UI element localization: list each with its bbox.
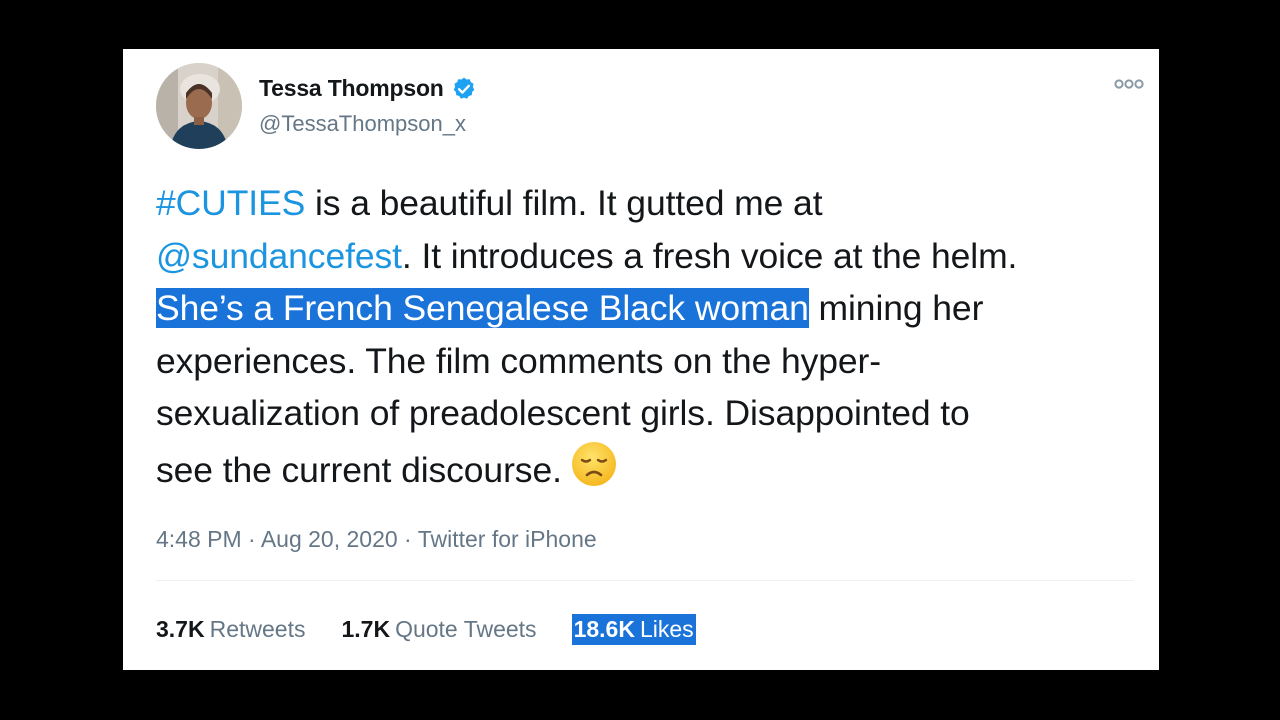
verified-badge-icon: [451, 76, 477, 102]
tweet-text-segment: see the current discourse.: [156, 449, 562, 490]
selected-text: She’s a French Senegalese Black woman: [156, 288, 809, 328]
quote-tweets-stat[interactable]: 1.7K Quote Tweets: [341, 616, 536, 643]
meta-separator: ·: [397, 526, 418, 552]
author-name-row: Tessa Thompson: [259, 75, 477, 102]
likes-label: Likes: [639, 616, 694, 642]
hashtag-link[interactable]: #CUTIES: [156, 183, 305, 223]
tweet-text-segment: sexualization of preadolescent girls. Di…: [156, 393, 970, 433]
avatar-image: [156, 63, 242, 149]
quote-tweets-label: Quote Tweets: [395, 616, 537, 642]
retweets-stat[interactable]: 3.7K Retweets: [156, 616, 305, 643]
retweets-label: Retweets: [209, 616, 306, 642]
tweet-text-segment: experiences. The film comments on the hy…: [156, 340, 881, 381]
more-options-icon[interactable]: [1113, 77, 1145, 91]
tweet-text-segment: mining her: [808, 288, 984, 328]
tweet-card: Tessa Thompson @TessaThompson_x #CUTIES …: [123, 49, 1159, 670]
retweets-count: 3.7K: [156, 616, 205, 642]
meta-separator: ·: [241, 526, 261, 552]
disappointed-face-emoji-icon: [570, 440, 618, 488]
likes-count: 18.6K: [573, 616, 635, 642]
quote-tweets-count: 1.7K: [341, 616, 391, 642]
tweet-stats: 3.7K Retweets 1.7K Quote Tweets 18.6K Li…: [156, 614, 696, 645]
author-avatar[interactable]: [156, 63, 242, 149]
tweet-text: #CUTIES is a beautiful film. It gutted m…: [156, 177, 1146, 496]
tweet-text-segment: . It introduces a fresh voice at the hel…: [401, 235, 1018, 276]
author-display-name[interactable]: Tessa Thompson: [259, 75, 444, 102]
tweet-text-segment: is a beautiful film. It gutted me at: [305, 183, 823, 223]
tweet-source[interactable]: Twitter for iPhone: [418, 526, 597, 552]
mention-link[interactable]: @sundancefest: [156, 236, 402, 276]
tweet-date[interactable]: Aug 20, 2020: [261, 526, 398, 552]
tweet-time[interactable]: 4:48 PM: [156, 526, 242, 552]
tweet-meta: 4:48 PM · Aug 20, 2020 · Twitter for iPh…: [156, 526, 597, 553]
likes-stat[interactable]: 18.6K Likes: [571, 614, 696, 645]
divider: [156, 580, 1134, 581]
author-handle[interactable]: @TessaThompson_x: [259, 111, 466, 137]
